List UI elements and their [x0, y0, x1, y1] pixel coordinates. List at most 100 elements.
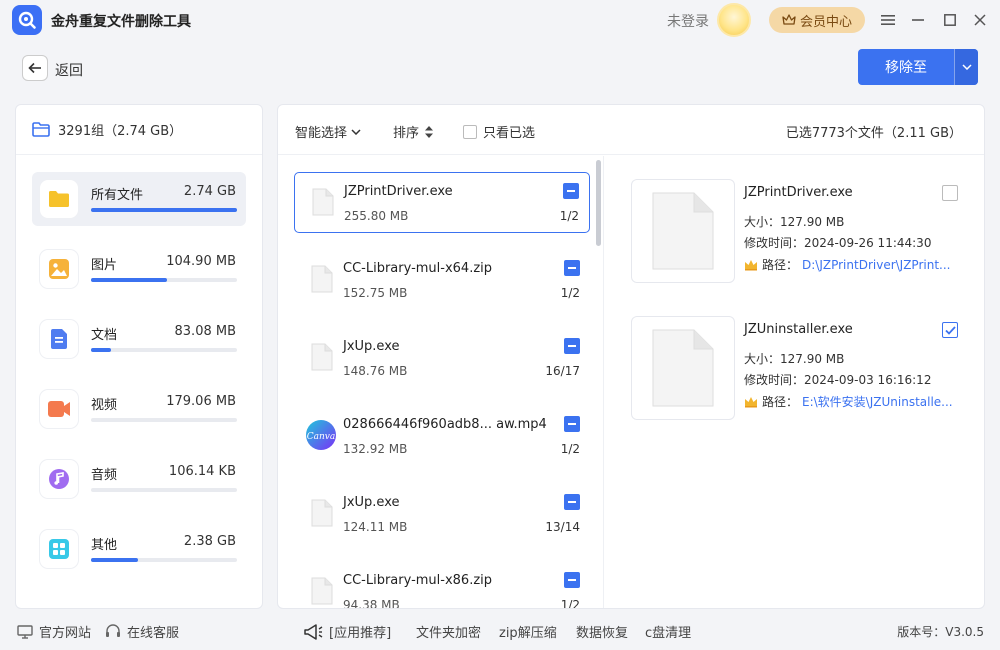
category-name: 图片: [91, 258, 118, 273]
avatar[interactable]: [717, 3, 751, 37]
headset-icon: [106, 624, 120, 637]
group-checkbox[interactable]: [563, 183, 579, 199]
category-name: 音频: [91, 468, 118, 483]
duplicate-file-card[interactable]: JZPrintDriver.exe 大小：127.90 MB 修改时间：2024…: [631, 179, 971, 285]
move-to-main[interactable]: 移除至: [858, 49, 954, 85]
megaphone-icon: [304, 623, 323, 640]
group-checkbox[interactable]: [564, 572, 580, 588]
group-checkbox[interactable]: [564, 494, 580, 510]
duplicate-group-row[interactable]: JxUp.exe 124.11 MB 13/14: [294, 484, 590, 545]
video-icon: [40, 390, 78, 428]
category-item[interactable]: 文档 83.08 MB: [32, 312, 246, 366]
version-label: 版本号：V3.0.5: [897, 625, 984, 639]
category-size: 179.06 MB: [166, 394, 236, 409]
path-link[interactable]: E:\软件安装\JZUninstalle...: [802, 393, 953, 410]
smart-select-dropdown[interactable]: 智能选择: [295, 122, 361, 141]
category-name: 文档: [91, 328, 118, 343]
group-checkbox[interactable]: [564, 416, 580, 432]
back-label[interactable]: 返回: [55, 60, 83, 80]
category-item[interactable]: 视频 179.06 MB: [32, 382, 246, 436]
category-item[interactable]: 其他 2.38 GB: [32, 522, 246, 576]
file-name: CC-Library-mul-x86.zip: [343, 573, 493, 588]
path-link[interactable]: D:\JZPrintDriver\JZPrint...: [802, 258, 950, 272]
category-item[interactable]: 图片 104.90 MB: [32, 242, 246, 296]
title-bar: 金舟重复文件删除工具 未登录 会员中心: [0, 0, 1000, 40]
file-thumbnail: [631, 179, 735, 283]
image-icon: [40, 250, 78, 288]
maximize-icon[interactable]: [938, 8, 962, 32]
file-icon: [311, 577, 333, 605]
category-progress: [91, 278, 237, 282]
category-progress: [91, 418, 237, 422]
duplicate-group-row[interactable]: CC-Library-mul-x64.zip 152.75 MB 1/2: [294, 250, 590, 311]
monitor-icon: [17, 624, 33, 639]
list-scrollbar[interactable]: [596, 160, 601, 246]
category-name: 所有文件: [91, 188, 144, 203]
file-checkbox[interactable]: [942, 185, 958, 201]
footer: 官方网站 在线客服 [应用推荐] 文件夹加密 zip解压缩 数据恢复 c盘清理 …: [0, 614, 1000, 650]
selected-count: 16/17: [545, 364, 580, 378]
move-to-dropdown[interactable]: [954, 49, 978, 85]
online-service-link[interactable]: 在线客服: [105, 622, 179, 641]
category-item[interactable]: 所有文件 2.74 GB: [32, 172, 246, 226]
vip-center-button[interactable]: 会员中心: [769, 7, 865, 33]
folder-encrypt-link[interactable]: 文件夹加密: [416, 622, 481, 641]
file-size: 152.75 MB: [343, 286, 408, 300]
duplicate-group-row[interactable]: Canva 028666446f960adb8... aw.mp4 132.92…: [294, 406, 590, 467]
selected-count: 1/2: [560, 442, 580, 456]
category-size: 104.90 MB: [166, 254, 236, 269]
apps-icon: [40, 530, 78, 568]
audio-icon: [40, 460, 78, 498]
duplicate-group-row[interactable]: CC-Library-mul-x86.zip 94.38 MB 1/2: [294, 562, 590, 609]
category-size: 2.38 GB: [183, 534, 236, 549]
back-button[interactable]: [22, 55, 48, 81]
selected-summary: 已选7773个文件（2.11 GB）: [785, 126, 962, 141]
category-size: 106.14 KB: [168, 464, 236, 479]
group-summary: 3291组（2.74 GB）: [16, 105, 262, 155]
data-recovery-link[interactable]: 数据恢复: [576, 622, 628, 641]
menu-icon[interactable]: [876, 8, 900, 32]
duplicate-file-card[interactable]: JZUninstaller.exe 大小：127.90 MB 修改时间：2024…: [631, 316, 971, 422]
only-selected-checkbox[interactable]: [463, 124, 477, 139]
duplicate-group-row[interactable]: JxUp.exe 148.76 MB 16/17: [294, 328, 590, 389]
file-name: JxUp.exe: [343, 339, 400, 354]
document-icon: [40, 320, 78, 358]
arrow-left-icon: [28, 62, 41, 74]
close-icon[interactable]: [968, 8, 992, 32]
c-drive-clean-link[interactable]: c盘清理: [645, 622, 691, 641]
group-summary-text: 3291组（2.74 GB）: [58, 124, 183, 139]
group-checkbox[interactable]: [564, 338, 580, 354]
file-size: 148.76 MB: [343, 364, 408, 378]
detail-path: 路径： D:\JZPrintDriver\JZPrint...: [744, 256, 950, 273]
folder-outline-icon: [32, 122, 50, 137]
file-name: JZPrintDriver.exe: [344, 184, 453, 199]
chevron-down-icon: [351, 128, 361, 135]
only-selected-toggle[interactable]: 只看已选: [463, 122, 535, 141]
zip-extract-link[interactable]: zip解压缩: [499, 622, 557, 641]
category-item[interactable]: 音频 106.14 KB: [32, 452, 246, 506]
duplicate-group-row[interactable]: JZPrintDriver.exe 255.80 MB 1/2: [294, 172, 590, 233]
login-status[interactable]: 未登录: [667, 11, 709, 31]
app-recommend: [应用推荐]: [303, 622, 391, 641]
vip-center-label: 会员中心: [799, 14, 852, 30]
file-size: 94.38 MB: [343, 598, 400, 609]
move-to-button[interactable]: 移除至: [858, 49, 978, 85]
minimize-icon[interactable]: [906, 8, 930, 32]
file-icon: [312, 188, 334, 216]
detail-file-name: JZPrintDriver.exe: [744, 185, 853, 200]
duplicate-group-list: JZPrintDriver.exe 255.80 MB 1/2 CC-Libra…: [278, 156, 604, 609]
category-panel: 3291组（2.74 GB） 所有文件 2.74 GB 图片 104.90 MB…: [15, 104, 263, 609]
file-icon: [311, 265, 333, 293]
detail-modified-time: 修改时间：2024-09-03 16:16:12: [744, 373, 932, 387]
sort-button[interactable]: 排序: [393, 122, 434, 141]
official-website-link[interactable]: 官方网站: [17, 622, 91, 641]
only-selected-label: 只看已选: [483, 126, 536, 141]
file-checkbox[interactable]: [942, 322, 958, 338]
group-checkbox[interactable]: [564, 260, 580, 276]
file-size: 132.92 MB: [343, 442, 408, 456]
category-progress: [91, 558, 237, 562]
selected-count: 1/2: [560, 598, 580, 609]
category-name: 其他: [91, 538, 118, 553]
file-icon: [311, 499, 333, 527]
app-title: 金舟重复文件删除工具: [51, 14, 191, 30]
